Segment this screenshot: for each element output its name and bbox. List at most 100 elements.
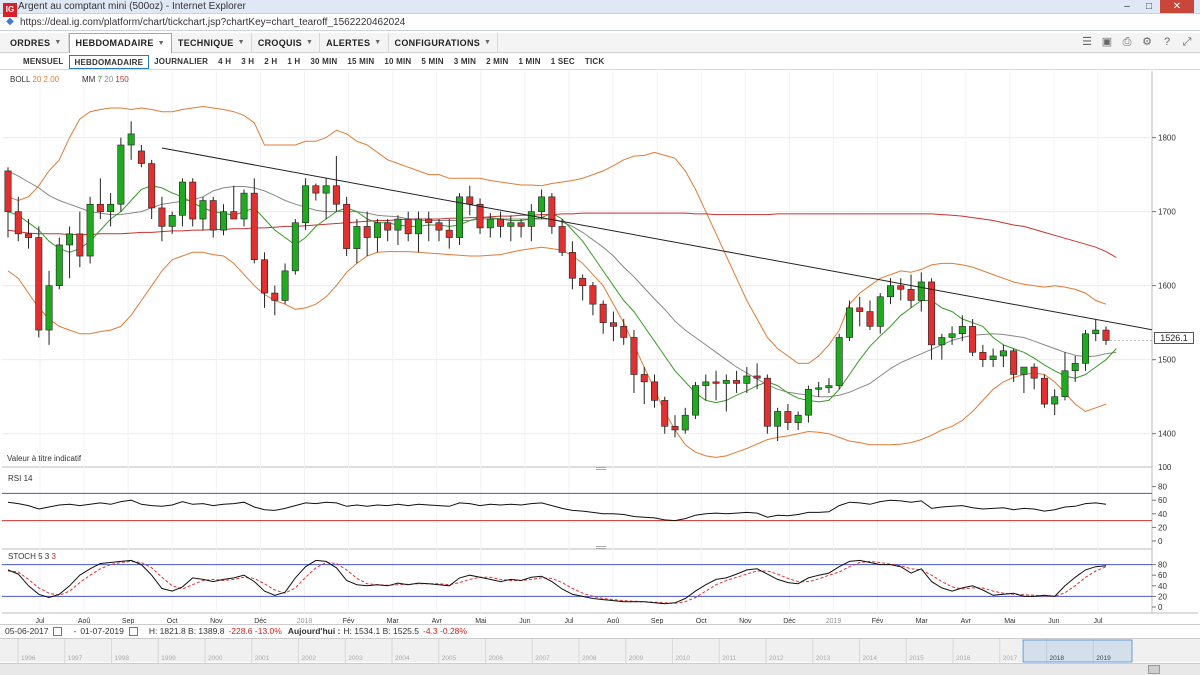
menu-technique-label: TECHNIQUE xyxy=(177,37,234,48)
navigator-year-label[interactable]: 2012 xyxy=(769,655,784,662)
candle-body xyxy=(363,226,371,238)
interval-10-min[interactable]: 10 MIN xyxy=(379,55,416,69)
navigator-year-label[interactable]: 2006 xyxy=(489,655,504,662)
interval-tick[interactable]: TICK xyxy=(580,55,609,69)
pane-resize-handle[interactable] xyxy=(596,467,606,470)
mm-legend[interactable]: MM 7 20 150 xyxy=(82,75,129,84)
calendar-icon[interactable] xyxy=(53,626,63,636)
navigator-year-label[interactable]: 2013 xyxy=(816,655,831,662)
menu-croquis-label: CROQUIS xyxy=(257,37,302,48)
candle-body xyxy=(107,203,115,212)
candle-body xyxy=(599,303,607,323)
menu-interval-label: HEBDOMADAIRE xyxy=(75,38,154,48)
navigator-year-label[interactable]: 2011 xyxy=(722,655,736,662)
menu-technique[interactable]: TECHNIQUE ▼ xyxy=(172,32,252,53)
interval-4-h[interactable]: 4 H xyxy=(213,55,236,69)
range-start-date[interactable]: 05-06-2017 xyxy=(5,626,48,636)
menu-croquis[interactable]: CROQUIS ▼ xyxy=(252,32,321,53)
interval-journalier[interactable]: JOURNALIER xyxy=(149,55,213,69)
navigator-year-label[interactable]: 2010 xyxy=(676,655,691,662)
navigator-year-label[interactable]: 2014 xyxy=(863,655,878,662)
close-button[interactable]: ✕ xyxy=(1160,0,1194,13)
navigator-year-label[interactable]: 1996 xyxy=(21,655,36,662)
stoch-tick-label: 20 xyxy=(1158,592,1167,601)
menu-interval[interactable]: HEBDOMADAIRE ▼ xyxy=(68,32,172,53)
expand-icon[interactable]: ⤢ xyxy=(1180,35,1194,49)
minimize-button[interactable]: – xyxy=(1116,0,1138,13)
interval-5-min[interactable]: 5 MIN xyxy=(416,55,448,69)
rsi-tick-label: 80 xyxy=(1158,483,1167,492)
navigator-year-label[interactable]: 1998 xyxy=(115,655,130,662)
navigator-year-label[interactable]: 2008 xyxy=(582,655,597,662)
rsi-tick-label: 100 xyxy=(1158,463,1172,472)
candle-body xyxy=(271,292,279,301)
navigator-year-label[interactable]: 2002 xyxy=(302,655,317,662)
candle-body xyxy=(866,311,874,327)
image-icon[interactable]: ▣ xyxy=(1100,35,1114,49)
navigator-year-label[interactable]: 2000 xyxy=(208,655,223,662)
calendar-icon[interactable] xyxy=(128,626,138,636)
interval-hebdomadaire[interactable]: HEBDOMADAIRE xyxy=(68,54,150,69)
indicative-value-note: Valeur à titre indicatif xyxy=(7,454,82,463)
candle-body xyxy=(4,170,12,212)
candle-body xyxy=(640,374,648,383)
interval-3-h[interactable]: 3 H xyxy=(236,55,259,69)
navigator-year-label[interactable]: 2003 xyxy=(348,655,363,662)
print-icon[interactable]: ⎙ xyxy=(1120,35,1134,49)
navigator-svg[interactable]: 1996 1997 1998 1999 2000 2001 2002 2003 2004 2005… xyxy=(0,639,1200,663)
interval-1-min[interactable]: 1 MIN xyxy=(513,55,545,69)
candle-body xyxy=(825,385,833,389)
horizontal-scrollbar[interactable] xyxy=(0,663,1200,675)
chart-area[interactable]: 1400 1500 1600 1700 1800 100 Jul Aoû Sep Oct Nov Dé… xyxy=(2,71,1198,640)
candle-body xyxy=(220,211,227,231)
gear-icon[interactable]: ⚙ xyxy=(1140,35,1154,49)
interval-mensuel[interactable]: MENSUEL xyxy=(18,55,69,69)
navigator-year-label[interactable]: 2017 xyxy=(1003,655,1018,662)
interval-2-min[interactable]: 2 MIN xyxy=(481,55,513,69)
chart-svg[interactable]: 14001500160017001800100Jul Aoû Sep Oct Nov Dé… xyxy=(2,71,1198,640)
interval-15-min[interactable]: 15 MIN xyxy=(342,55,379,69)
menu-orders[interactable]: ORDRES ▼ xyxy=(4,32,69,53)
range-end-date[interactable]: 01-07-2019 xyxy=(80,626,123,636)
maximize-button[interactable]: □ xyxy=(1138,0,1160,13)
candle-body xyxy=(1020,366,1028,375)
interval-30-min[interactable]: 30 MIN xyxy=(305,55,342,69)
navigator-year-label[interactable]: 2004 xyxy=(395,655,410,662)
layers-icon[interactable]: ☰ xyxy=(1080,35,1094,49)
candle-body xyxy=(548,196,556,227)
pane-resize-handle[interactable] xyxy=(596,546,606,549)
candle-body xyxy=(794,414,802,423)
navigator-year-label[interactable]: 1999 xyxy=(161,655,176,662)
navigator-year-label[interactable]: 2009 xyxy=(629,655,644,662)
interval-3-min[interactable]: 3 MIN xyxy=(449,55,481,69)
help-icon[interactable]: ? xyxy=(1160,35,1174,49)
candle-body xyxy=(907,289,915,301)
navigator-year-label[interactable]: 2007 xyxy=(535,655,550,662)
rsi-tick-label: 60 xyxy=(1158,496,1167,505)
time-navigator[interactable]: 1996 1997 1998 1999 2000 2001 2002 2003 2004 2005… xyxy=(0,638,1200,663)
navigator-year-label[interactable]: 2001 xyxy=(255,655,270,662)
candle-body xyxy=(189,181,197,220)
candle-body xyxy=(753,375,761,379)
candle-body xyxy=(281,270,289,301)
url-field[interactable]: https://deal.ig.com/platform/chart/tickc… xyxy=(20,17,405,28)
menu-configurations[interactable]: CONFIGURATIONS ▼ xyxy=(389,32,499,53)
interval-1-sec[interactable]: 1 SEC xyxy=(546,55,580,69)
boll-legend[interactable]: BOLL 20 2.00 xyxy=(10,75,59,84)
interval-1-h[interactable]: 1 H xyxy=(282,55,305,69)
navigator-selection[interactable] xyxy=(1022,639,1133,663)
interval-2-h[interactable]: 2 H xyxy=(259,55,282,69)
stoch-legend[interactable]: STOCH 5 3 3 xyxy=(8,552,56,561)
scrollbar-thumb[interactable] xyxy=(1148,665,1160,674)
navigator-year-label[interactable]: 2005 xyxy=(442,655,457,662)
candle-body xyxy=(702,381,710,386)
candle-body xyxy=(681,414,689,431)
interval-bar: MENSUEL HEBDOMADAIRE JOURNALIER 4 H3 H2 H1 … xyxy=(0,54,1200,70)
candle-body xyxy=(804,388,812,416)
rsi-label: RSI xyxy=(8,474,22,483)
rsi-legend[interactable]: RSI 14 xyxy=(8,474,32,483)
navigator-year-label[interactable]: 2016 xyxy=(956,655,971,662)
navigator-year-label[interactable]: 1997 xyxy=(68,655,83,662)
menu-alertes[interactable]: ALERTES ▼ xyxy=(320,32,389,53)
navigator-year-label[interactable]: 2015 xyxy=(909,655,924,662)
